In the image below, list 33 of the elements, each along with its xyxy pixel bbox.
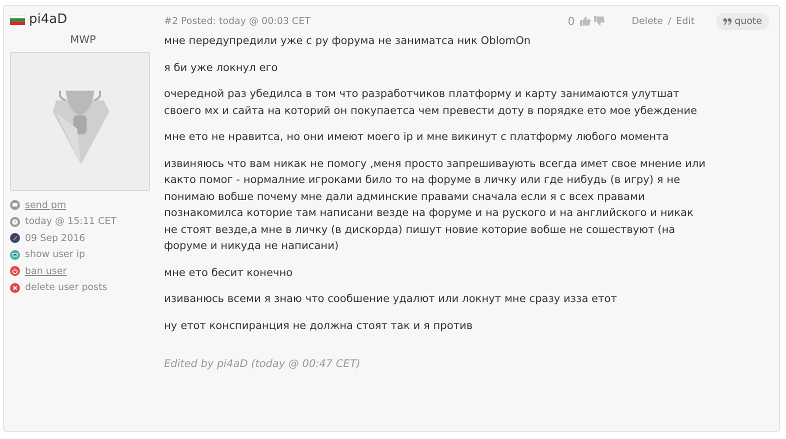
username[interactable]: pi4aD (29, 12, 68, 27)
close-icon (10, 282, 20, 293)
separator: / (668, 16, 672, 26)
delete-link[interactable]: Delete (632, 16, 663, 26)
profile-info: 09 Sep 2016 (25, 232, 86, 244)
post-paragraph: извиняюсь что вам никак не помогу ,меня просто запрешиваують всегда имет свое мнение или както помог - нормалние игроками било то на форуме в личку или где нибудь (в игру) я не понимаю вобше почему мне дали админские правами сначала если я с всех правами познакомилса которие там написани везде на форуме и на руского и на английского и никак не стоят везде,а мне в личку (в дискорда) пишут новие которие вобше не сошествуют (на форуме и никуда не написани) (164, 156, 707, 254)
edit-link[interactable]: Edit (676, 16, 695, 26)
thumbs-down-icon[interactable] (594, 16, 605, 26)
post-paragraph: мне передупредили уже с ру форума не заниматса ник OblomOn (164, 34, 532, 49)
post-number[interactable]: #2 (164, 16, 178, 26)
flag-icon (10, 14, 25, 24)
power-icon (10, 266, 20, 276)
vote-score: 0 (568, 14, 575, 28)
clock-icon (10, 216, 20, 227)
profile-info: today @ 15:11 CET (25, 216, 116, 228)
post-paragraph: ну етот конспиранция не должна стоят так и я против (164, 318, 474, 334)
user-rank: MWP (69, 34, 97, 46)
profile-link[interactable]: ban user (25, 266, 67, 277)
monitor-icon (10, 250, 20, 260)
post-paragraph: мне ето бесит конечно (164, 266, 294, 280)
profile-info: delete user posts (25, 282, 108, 294)
profile-info: show user ip (25, 249, 85, 260)
post-paragraph: очередной раз убедилса в том что разработчиков платформу и карту занимаются улутшат своего мх и сайта на которий он покупаетса чем превести доту в порядке ето мое убеждение (164, 87, 698, 118)
post-paragraph: я би уже локнул его (164, 60, 279, 76)
profile-link[interactable]: send pm (25, 200, 66, 211)
message-icon (10, 200, 20, 210)
edit-note: Edited by pi4aD (today @ 00:47 CET) (164, 358, 362, 370)
quote-icon (722, 18, 732, 24)
quote-button[interactable]: quote (716, 12, 769, 30)
post-date: Posted: today @ 00:03 CET (181, 16, 310, 26)
thumbs-up-icon[interactable] (580, 16, 591, 26)
post-paragraph: изиванюсь всеми я знаю что сообшение удалют или локнут мне сразу изза етот (164, 292, 618, 307)
post-paragraph: мне ето не нравитса, но они имеют моего ip и мне викинут с платформу любого момента (164, 130, 670, 145)
